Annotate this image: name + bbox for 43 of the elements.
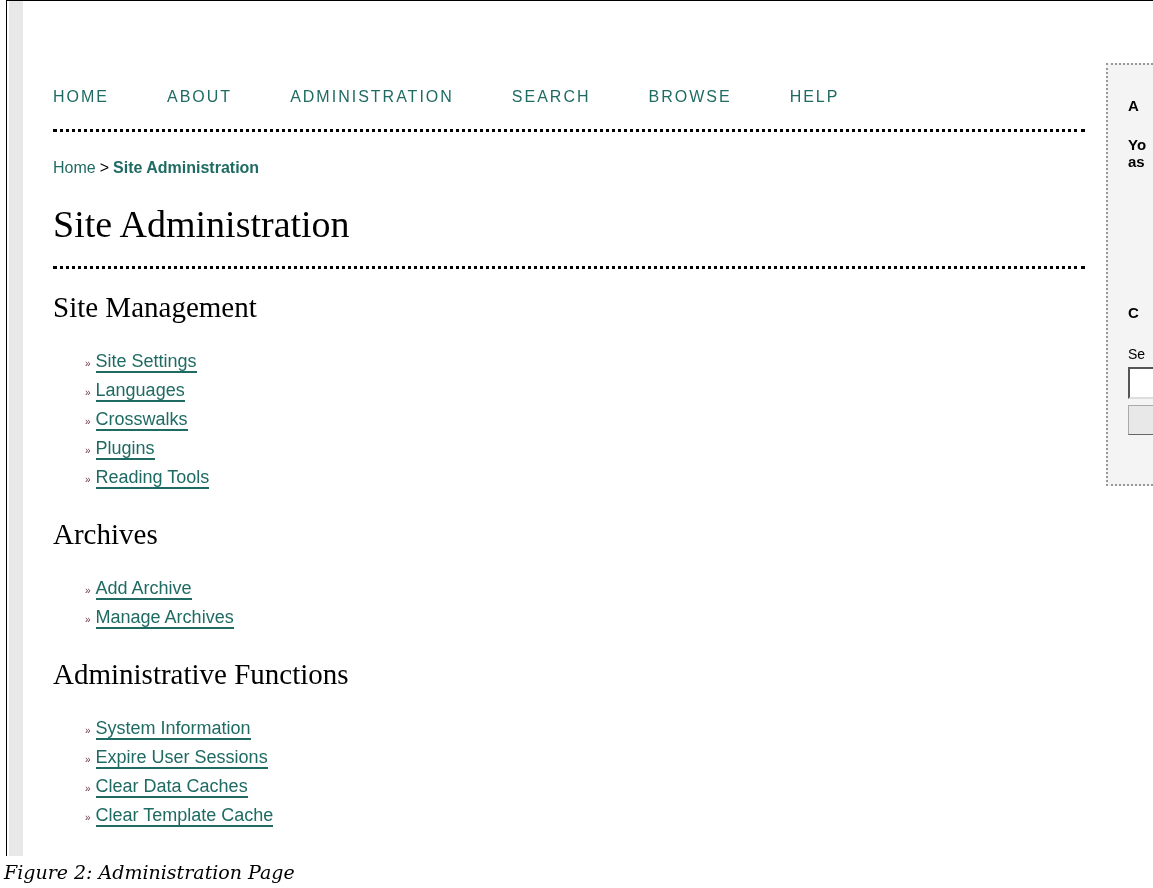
section-heading: Administrative Functions — [53, 657, 350, 692]
bullet-mark: » — [85, 613, 91, 627]
sidebar-button[interactable] — [1128, 405, 1153, 435]
admin-link[interactable]: Site Settings — [95, 351, 197, 373]
nav-link[interactable]: ABOUT — [167, 85, 233, 109]
admin-link[interactable]: Add Archive — [95, 578, 192, 600]
figure-caption: Figure 2: Administration Page — [4, 860, 296, 885]
admin-link[interactable]: Languages — [95, 380, 185, 402]
sidebar-text: Yo — [1128, 135, 1148, 153]
bullet-mark: » — [85, 782, 91, 796]
section-heading: Archives — [53, 517, 159, 552]
sidebar-label: Se — [1128, 345, 1147, 364]
input-field[interactable] — [1128, 367, 1153, 399]
admin-link[interactable]: Manage Archives — [95, 607, 234, 629]
bullet-mark: » — [85, 444, 91, 458]
bullet-mark: » — [85, 415, 91, 429]
admin-link[interactable]: Plugins — [95, 438, 155, 460]
bullet-mark: » — [85, 724, 91, 738]
nav-link[interactable]: SEARCH — [511, 85, 591, 109]
nav-link[interactable]: HELP — [789, 85, 840, 109]
admin-link[interactable]: System Information — [95, 718, 251, 740]
admin-link[interactable]: Expire User Sessions — [95, 747, 268, 769]
admin-link[interactable]: Reading Tools — [95, 467, 210, 489]
bullet-mark: » — [85, 357, 91, 371]
nav-link[interactable]: HOME — [53, 85, 109, 109]
bullet-mark: » — [85, 811, 91, 825]
nav-link[interactable]: ADMINISTRATION — [290, 85, 454, 109]
sidebar-heading: A — [1128, 96, 1140, 116]
sidebar-heading: C — [1128, 302, 1140, 323]
breadcrumb-separator: > — [99, 158, 110, 178]
admin-link[interactable]: Clear Template Cache — [95, 805, 274, 827]
breadcrumb-current[interactable]: Site Administration — [113, 156, 260, 180]
sidebar-text: as — [1128, 152, 1146, 170]
bullet-mark: » — [85, 753, 91, 767]
bullet-mark: » — [85, 584, 91, 598]
page-title: Site Administration — [53, 202, 351, 246]
breadcrumb-link[interactable]: Home — [53, 156, 96, 180]
section-heading: Site Management — [53, 290, 258, 325]
admin-link[interactable]: Clear Data Caches — [95, 776, 248, 798]
nav-link[interactable]: BROWSE — [648, 85, 732, 109]
bullet-mark: » — [85, 386, 91, 400]
bullet-mark: » — [85, 473, 91, 487]
admin-link[interactable]: Crosswalks — [95, 409, 188, 431]
